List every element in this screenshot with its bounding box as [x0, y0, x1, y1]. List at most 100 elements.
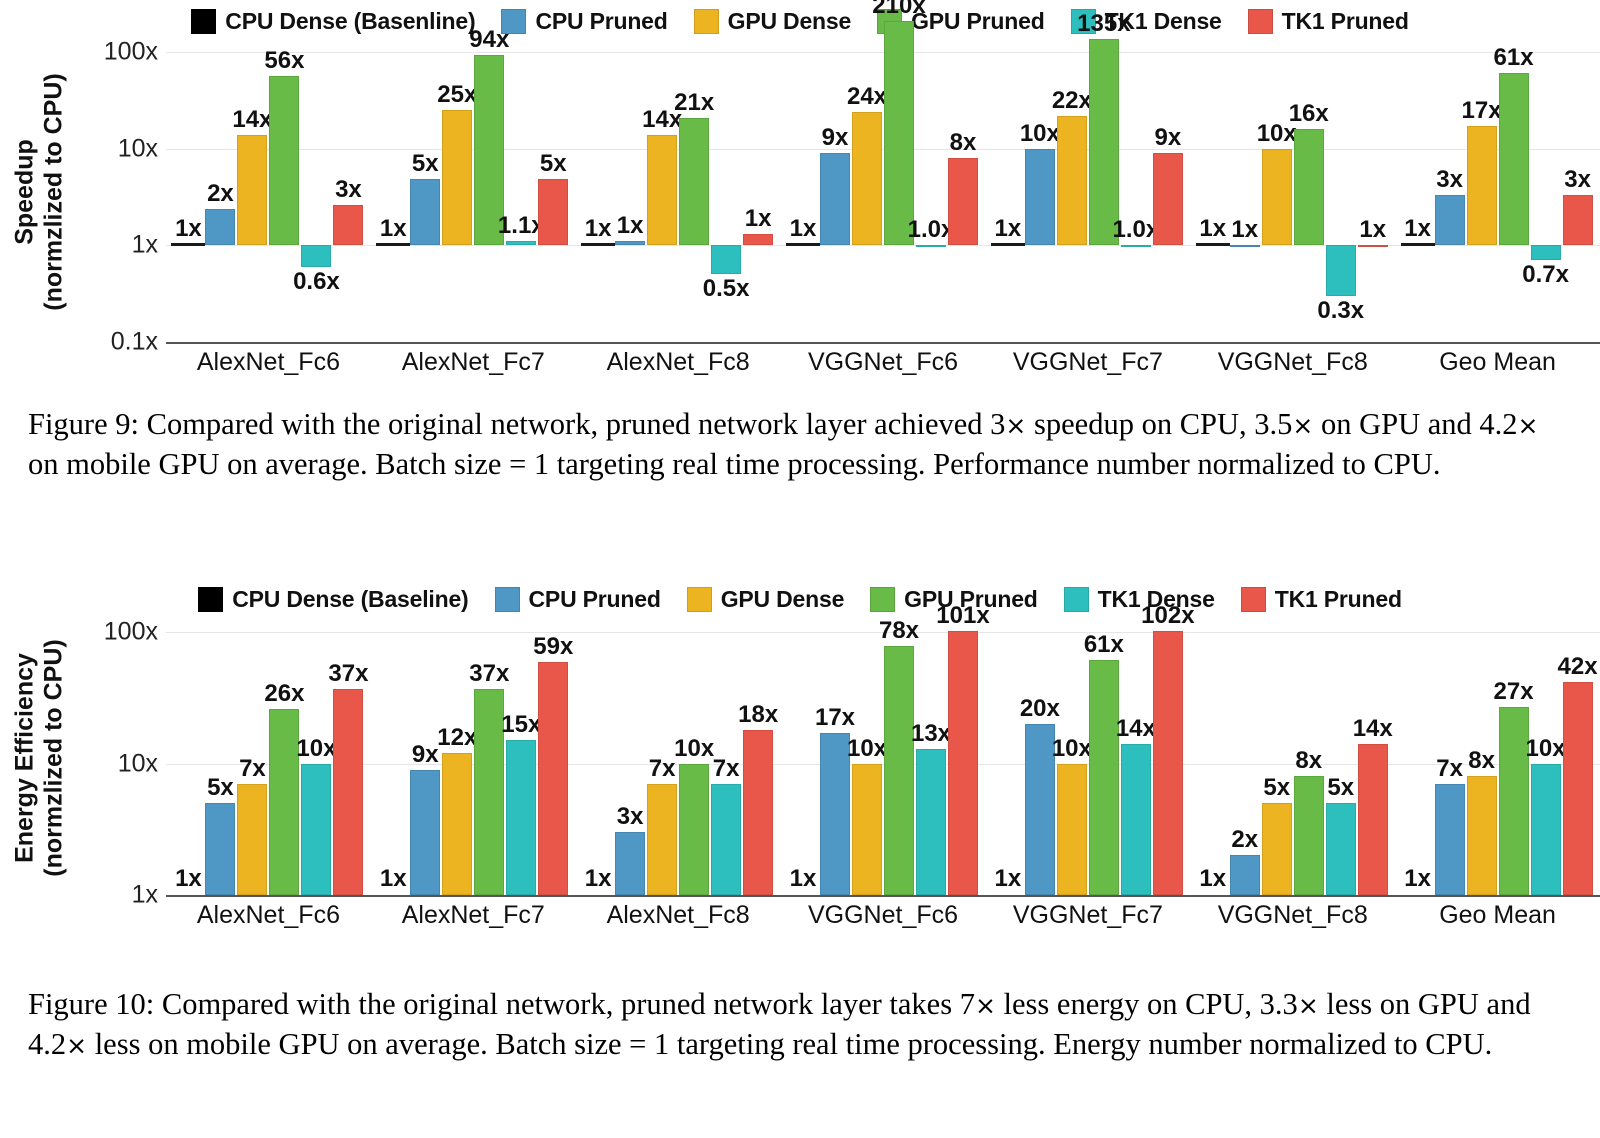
bar [852, 763, 882, 895]
bar [269, 76, 300, 246]
bar-slot: 10x [1052, 620, 1092, 895]
bar-slot: 1x [615, 42, 646, 342]
bar-value-label: 1x [994, 215, 1022, 243]
bar-value-label: 1x [175, 215, 202, 243]
bar [1152, 630, 1183, 895]
bar-group: 1x 3x 7x 10x 7x 18x [576, 620, 781, 895]
y-tick-label: 10x [117, 134, 158, 163]
bar-value-label: 25x [437, 81, 478, 109]
bar-slot: 56x [264, 42, 304, 342]
bar [743, 234, 774, 246]
legend-item-5: TK1 Pruned [1247, 8, 1409, 35]
times-symbol: × [974, 991, 996, 1020]
bar [820, 153, 850, 246]
bar-value-label: 10x [1051, 734, 1092, 762]
bar [647, 783, 678, 895]
legend-item-3: GPU Pruned [870, 586, 1038, 613]
x-tick-label: AlexNet_Fc8 [606, 901, 750, 929]
bar-value-label: 17x [814, 704, 856, 732]
y-tick-label: 1x [131, 880, 158, 909]
bar-value-label: 14x [1115, 715, 1156, 743]
legend-label: TK1 Pruned [1274, 585, 1402, 612]
bar-slot: 24x [847, 42, 887, 342]
bar [1056, 115, 1087, 246]
legend-label: GPU Dense [720, 585, 845, 612]
bar-slot: 1x [990, 42, 1025, 342]
legend-label: CPU Dense (Baseline) [232, 585, 469, 612]
figure-9-caption: Figure 9: Compared with the original net… [28, 407, 1539, 481]
bar [474, 54, 505, 246]
bar-slot: 1x [788, 620, 818, 895]
bar-group-bars: 1x 17x 10x 78x 13x 101x [781, 604, 990, 895]
times-symbol: × [1517, 411, 1539, 440]
baseline-marker [376, 243, 411, 247]
legend-item-1: CPU Pruned [494, 586, 661, 613]
bar [442, 110, 473, 246]
bar-slot: 5x [538, 42, 569, 342]
bar-group: 1x 3x 17x 61x 0.7x 3x [1395, 42, 1600, 342]
figure-10-caption: Figure 10: Compared with the original ne… [28, 987, 1531, 1061]
bar-value-label: 1x [379, 215, 407, 243]
bar-slot: 9x [820, 42, 850, 342]
bar-group-bars: 1x 3x 17x 61x 0.7x 3x [1395, 42, 1600, 342]
bar-slot: 78x [879, 619, 919, 895]
x-tick-label: VGGNet_Fc7 [1012, 348, 1163, 376]
x-tick-label: VGGNet_Fc6 [807, 348, 959, 376]
bar-slot: 0.6x [293, 42, 340, 342]
legend-swatch-icon [686, 586, 712, 612]
bar-slot: 17x [1462, 42, 1502, 342]
gridline [166, 895, 1600, 897]
legend-swatch-icon [1240, 586, 1266, 612]
times-symbol: × [1005, 411, 1027, 440]
paper-figures-page: CPU Dense (Basenline) CPU Pruned GPU Dense… [0, 0, 1600, 1138]
legend-swatch-icon [198, 586, 224, 612]
bar-slot: 7x [647, 620, 678, 895]
bar-slot: 12x [437, 620, 477, 895]
bar-value-label: 1x [789, 865, 817, 892]
bar [1120, 245, 1151, 248]
bar-value-label: 9x [821, 124, 849, 152]
bar-value-label: 3x [1564, 166, 1591, 194]
bar [615, 241, 646, 246]
bar-value-label: 10x [1525, 734, 1566, 762]
bar-value-label: 15x [501, 711, 542, 739]
bar-group: 1x 1x 14x 21x 0.5x 1x [576, 42, 781, 342]
bar-slot: 0.7x [1522, 42, 1569, 342]
bar-value-label: 78x [878, 617, 920, 645]
bar [1261, 803, 1292, 895]
bar [1293, 776, 1324, 895]
bar-value-label: 5x [1327, 774, 1355, 802]
bar-value-label: 14x [1352, 715, 1393, 743]
bar-slot: 3x [1562, 42, 1593, 342]
bar-group: 1x 5x 7x 26x 10x 37x [166, 620, 371, 895]
bar-value-label: 10x [296, 734, 337, 762]
bar-slot: 1x [1403, 620, 1433, 895]
bar [474, 688, 505, 895]
bar-value-label: 20x [1019, 694, 1060, 722]
bar [1562, 195, 1593, 246]
bar [1434, 195, 1465, 246]
times-symbol: × [1292, 411, 1314, 440]
bar-slot: 2x [205, 42, 236, 342]
y-tick-label: 0.1x [110, 327, 158, 356]
bar-slot: 9x [1152, 42, 1183, 342]
bar [1434, 783, 1465, 895]
bar-slot: 0.3x [1317, 42, 1364, 342]
bar-value-label: 5x [1263, 774, 1291, 802]
bar-slot: 27x [1494, 620, 1534, 895]
bar-value-label: 21x [674, 88, 715, 116]
bar-slot: 1x [378, 620, 408, 895]
x-tick-label: AlexNet_Fc8 [606, 348, 750, 376]
bar-slot: 8x [1293, 620, 1324, 895]
y-tick-label: 100x [103, 37, 158, 66]
bar [884, 20, 914, 246]
bar [1024, 148, 1055, 246]
legend-item-0: CPU Dense (Baseline) [198, 585, 469, 613]
bar-value-label: 1x [584, 215, 612, 243]
bar-slot: 7x [711, 620, 742, 895]
bar-group-bars: 1x 20x 10x 61x 14x 102x [985, 603, 1195, 895]
bar [852, 111, 882, 246]
x-tick-label: Geo Mean [1439, 901, 1556, 929]
bar-value-label: 8x [1468, 747, 1495, 775]
bar-value-label: 59x [533, 633, 574, 661]
